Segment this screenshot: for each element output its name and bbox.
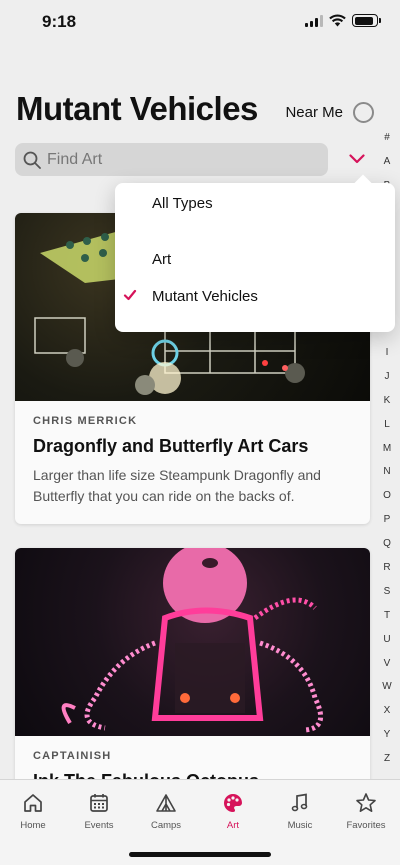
index-letter[interactable]: N [383,460,390,484]
filter-option-mutant-vehicles[interactable]: Mutant Vehicles [115,281,395,311]
index-letter[interactable]: U [383,628,390,652]
battery-icon [352,14,381,27]
palette-icon [224,794,242,812]
tab-label: Camps [150,820,182,831]
status-bar: 9:18 [0,0,400,44]
chevron-down-icon [349,154,365,164]
home-indicator [129,852,271,857]
search-icon [23,151,41,169]
art-card-description: Larger than life size Steampunk Dragonfl… [33,467,321,504]
filter-option-label: Mutant Vehicles [152,287,258,305]
index-letter[interactable]: Q [383,532,391,556]
index-letter[interactable]: T [384,604,390,628]
index-letter[interactable]: I [386,341,389,365]
tab-music[interactable]: Music [267,792,333,831]
index-letter[interactable]: # [384,126,390,150]
index-letter[interactable]: X [384,699,391,723]
index-letter[interactable]: P [384,508,391,532]
tab-favorites[interactable]: Favorites [333,792,399,831]
index-letter[interactable]: L [384,413,390,437]
filter-dropdown-menu: All Types Art Mutant Vehicles [115,183,395,332]
index-letter[interactable]: M [383,437,391,461]
index-letter[interactable]: S [384,580,391,604]
tab-home[interactable]: Home [0,792,66,831]
tab-label: Art [226,820,240,831]
tab-label: Events [84,820,114,831]
tab-art[interactable]: Art [200,792,266,831]
index-letter[interactable]: W [382,675,391,699]
search-bar[interactable] [15,143,328,176]
cellular-signal-icon [305,14,323,27]
index-letter[interactable]: J [385,365,390,389]
index-letter[interactable]: Z [384,747,390,771]
index-letter[interactable]: K [384,389,391,413]
near-me-toggle[interactable]: Near Me [285,102,374,123]
filter-option-all-types[interactable]: All Types [115,188,395,218]
tent-icon [156,794,176,812]
tab-label: Favorites [346,820,386,831]
filter-dropdown-button[interactable] [346,150,368,168]
art-card-author: CHRIS MERRICK [33,415,138,427]
tab-camps[interactable]: Camps [133,792,199,831]
art-card-title: Dragonfly and Butterfly Art Cars [33,436,309,456]
page-title: Mutant Vehicles [16,90,258,127]
status-time: 9:18 [42,12,77,31]
search-input[interactable] [47,150,317,169]
index-letter[interactable]: R [383,556,390,580]
filter-option-art[interactable]: Art [115,244,395,274]
calendar-icon [90,794,108,812]
music-note-icon [291,793,308,812]
index-letter[interactable]: O [383,484,391,508]
checkmark-icon [123,289,137,301]
near-me-label: Near Me [285,104,343,121]
tab-label: Music [287,820,313,831]
art-card-author: CAPTAINISH [33,750,112,762]
near-me-radio[interactable] [353,102,374,123]
index-letter[interactable]: A [384,150,391,174]
art-card[interactable]: CAPTAINISH Ink The Fabulous Octopus [15,548,370,788]
filter-option-label: All Types [152,194,213,212]
home-icon [24,794,42,812]
index-letter[interactable]: Y [384,723,391,747]
tab-events[interactable]: Events [66,792,132,831]
status-icons [305,14,381,27]
wifi-icon [329,14,346,27]
art-card-image [15,548,370,736]
index-letter[interactable]: V [384,652,391,676]
star-icon [356,793,376,813]
filter-option-label: Art [152,250,172,268]
tab-label: Home [20,820,46,831]
